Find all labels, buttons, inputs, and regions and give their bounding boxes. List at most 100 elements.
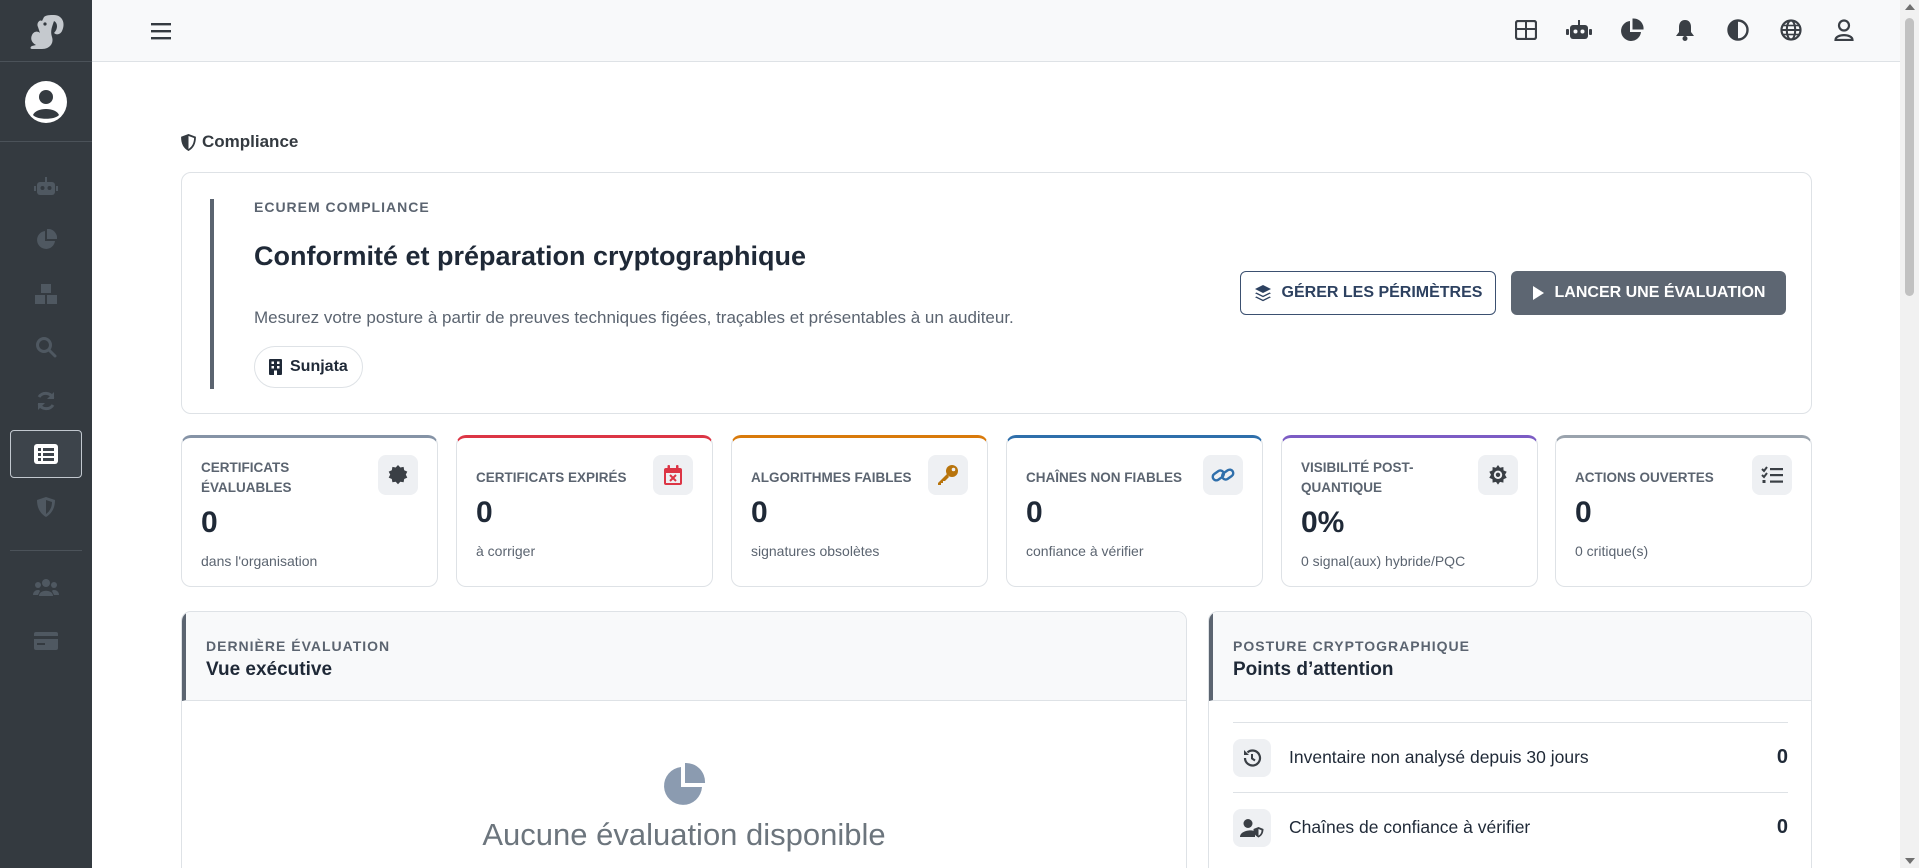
grid-icon [1515,20,1537,40]
kpi-grid: CERTIFICATS ÉVALUABLES 0 dans l'organisa… [181,435,1812,587]
sidebar-separator [10,550,82,551]
hamburger-icon [151,23,171,40]
kpi-label: ALGORITHMES FAIBLES [751,470,912,485]
panel-kicker: POSTURE CRYPTOGRAPHIQUE [1233,638,1470,654]
breadcrumb-label: Compliance [202,132,299,151]
card-icon [34,632,58,650]
sidebar-item-inventory[interactable] [0,274,92,314]
attention-label: Chaînes de confiance à vérifier [1289,817,1531,837]
topbar-dashboard-button[interactable] [1510,14,1542,46]
list-icon [34,444,58,464]
checklist-icon [1761,466,1783,483]
users-icon [33,579,59,596]
squirrel-logo-icon [30,14,64,49]
kpi-label: CHAÎNES NON FIABLES [1026,470,1183,485]
user-circle-icon [25,80,67,123]
kpi-value: 0% [1301,506,1345,539]
kpi-icon-box [1478,455,1518,495]
kpi-note: dans l'organisation [201,553,318,569]
chart-pie-icon [1621,18,1644,41]
kpi-label: CERTIFICATS EXPIRÉS [476,470,627,485]
panel-title: Points d’attention [1233,659,1394,680]
user-shield-icon [1240,818,1264,837]
sync-icon [37,391,55,411]
certificate-seal-icon [388,465,408,485]
boxes-icon [35,284,57,304]
contrast-icon [1727,19,1749,41]
attention-icon-box [1233,808,1271,847]
shield-icon [181,133,196,151]
kpi-label: ACTIONS OUVERTES [1575,470,1714,485]
manage-scopes-label: GÉRER LES PÉRIMÈTRES [1281,284,1483,301]
page-scrollbar[interactable] [1900,0,1919,868]
robot-icon [34,177,58,195]
page-subtitle: Mesurez votre posture à partir de preuve… [254,308,1014,327]
attention-count: 0 [1776,816,1788,838]
panel-header: DERNIÈRE ÉVALUATION Vue exécutive [182,612,1186,701]
scroll-up-arrow-icon[interactable] [1905,4,1915,10]
kpi-icon-box [1752,455,1792,495]
kpi-card-expired-certificates: CERTIFICATS EXPIRÉS 0 à corriger [456,435,713,587]
hero-card: ECUREM COMPLIANCE Conformité et préparat… [181,172,1812,414]
hero-accent-bar [210,199,214,389]
kpi-note: signatures obsolètes [751,543,880,559]
scroll-down-arrow-icon[interactable] [1905,858,1915,864]
key-icon [938,465,958,485]
sidebar-user-avatar[interactable] [0,62,92,142]
kpi-label: CERTIFICATS ÉVALUABLES [201,460,292,495]
launch-assessment-button[interactable]: LANCER UNE ÉVALUATION [1511,271,1786,315]
attention-item[interactable]: Chaînes de confiance à vérifier 0 [1233,792,1788,862]
building-icon [269,359,282,375]
menu-toggle-button[interactable] [148,18,174,44]
kpi-card-open-actions: ACTIONS OUVERTES 0 0 critique(s) [1555,435,1812,587]
topbar-language-button[interactable] [1775,14,1807,46]
topbar-agents-button[interactable] [1563,14,1595,46]
panel-header: POSTURE CRYPTOGRAPHIQUE Points d’attenti… [1209,612,1811,701]
manage-scopes-button[interactable]: GÉRER LES PÉRIMÈTRES [1240,271,1496,315]
attention-item[interactable]: Inventaire non analysé depuis 30 jours 0 [1233,722,1788,792]
user-icon [1834,19,1854,41]
sidebar-item-sync[interactable] [0,381,92,421]
kpi-label: VISIBILITÉ POST-QUANTIQUE [1301,460,1414,495]
executive-view-panel: DERNIÈRE ÉVALUATION Vue exécutive Aucune… [181,611,1187,868]
sidebar [0,0,92,868]
kpi-value: 0 [751,496,768,529]
topbar-profile-button[interactable] [1828,14,1860,46]
topbar-reports-button[interactable] [1616,14,1648,46]
topbar [92,0,1900,62]
sidebar-item-robot[interactable] [0,167,92,207]
organization-badge: Sunjata [254,346,363,388]
topbar-notifications-button[interactable] [1669,14,1701,46]
launch-assessment-label: LANCER UNE ÉVALUATION [1554,284,1766,301]
kpi-value: 0 [476,496,493,529]
scrollbar-thumb[interactable] [1905,18,1914,296]
kpi-card-untrusted-chains: CHAÎNES NON FIABLES 0 confiance à vérifi… [1006,435,1263,587]
breadcrumb: Compliance [181,132,298,152]
bell-icon [1676,20,1694,41]
attention-count: 0 [1776,746,1788,768]
kpi-value: 0 [201,506,218,539]
layers-icon [1254,285,1271,302]
kpi-icon-box [378,455,418,495]
app-logo[interactable] [0,0,92,62]
link-icon [1211,468,1235,482]
sidebar-item-users[interactable] [0,567,92,607]
panel-title: Vue exécutive [206,659,333,680]
sidebar-item-billing[interactable] [0,621,92,661]
kpi-value: 0 [1026,496,1043,529]
atom-icon [1489,465,1507,485]
chart-pie-icon [664,762,706,805]
panel-kicker: DERNIÈRE ÉVALUATION [206,638,391,654]
page-title: Conformité et préparation cryptographiqu… [254,241,807,271]
sidebar-item-reports[interactable] [0,220,92,260]
kpi-icon-box [1203,455,1243,495]
topbar-theme-toggle[interactable] [1722,14,1754,46]
kpi-icon-box [928,455,968,495]
sidebar-item-search[interactable] [0,327,92,367]
sidebar-item-compliance-list[interactable] [10,430,82,478]
sidebar-item-compliance[interactable] [0,487,92,527]
globe-icon [1780,19,1802,41]
kpi-card-post-quantum-visibility: VISIBILITÉ POST-QUANTIQUE 0% 0 signal(au… [1281,435,1538,587]
history-icon [1243,748,1262,767]
chart-pie-icon [37,229,57,249]
